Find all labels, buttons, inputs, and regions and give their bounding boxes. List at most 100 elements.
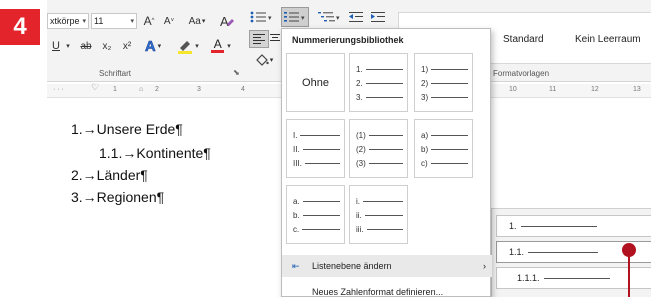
text-effects-icon: A [144, 37, 156, 55]
pointer-dot [622, 243, 636, 257]
tile-marker: a) [421, 130, 429, 140]
shading-button[interactable]: ▾ [251, 52, 277, 68]
change-case-button[interactable]: Aa ▾ [183, 13, 211, 29]
numbering-icon: ▾ [284, 12, 305, 22]
shrink-font-icon: A [163, 15, 171, 27]
multilevel-list-icon: ▾ [318, 12, 340, 22]
chevron-down-icon: ▾ [82, 18, 86, 25]
ruler-tick-1: 1 [113, 86, 117, 93]
text-effects-button[interactable]: A ▾ [139, 36, 167, 56]
numbering-tile[interactable]: 1) 2) 3) [414, 53, 473, 112]
bullets-button[interactable]: ▾ [247, 8, 275, 26]
tile-marker: (2) [356, 144, 366, 154]
ruler-tick-11: 11 [549, 86, 557, 93]
font-group-label: Schriftart [99, 69, 132, 78]
tile-marker: 2. [356, 78, 363, 88]
svg-text:▾: ▾ [268, 15, 272, 22]
svg-text:▾: ▾ [301, 15, 305, 22]
highlight-color-button[interactable]: ▾ [173, 36, 203, 56]
tile-marker: b) [421, 144, 429, 154]
clear-formatting-icon: A [220, 14, 234, 29]
change-list-level-item[interactable]: ⇤ Listenebene ändern › [282, 255, 492, 277]
tile-marker: c) [421, 158, 428, 168]
ruler-tick-2: 2 [155, 86, 159, 93]
grow-font-button[interactable]: A ^ [141, 13, 157, 29]
numbering-tile[interactable]: a) b) c) [414, 119, 473, 178]
ruler-tick-13: 13 [633, 86, 641, 93]
font-name-value: xtkörpe [50, 16, 80, 26]
tile-marker: II. [293, 144, 300, 154]
chevron-down-icon: ▾ [130, 18, 134, 25]
tile-marker: III. [293, 158, 302, 168]
chevron-right-icon: › [483, 261, 486, 271]
indent-marker-icon[interactable]: ♡ [91, 82, 99, 93]
align-center-button[interactable] [269, 30, 281, 48]
tile-marker: 3. [356, 92, 363, 102]
font-color-icon: A [213, 37, 222, 51]
svg-text:A: A [220, 14, 229, 29]
superscript-button[interactable]: x² [119, 38, 135, 54]
tile-marker: 3) [421, 92, 429, 102]
align-left-button[interactable] [249, 30, 269, 48]
doc-line-3[interactable]: 2.→Länder¶ [71, 167, 148, 183]
doc-line-2[interactable]: 1.1.→Kontinente¶ [99, 145, 211, 161]
chevron-down-icon[interactable]: ▾ [63, 38, 73, 54]
style-kein-leerraum[interactable]: Kein Leerraum [575, 34, 641, 45]
svg-text:▾: ▾ [336, 15, 340, 22]
numbering-tile[interactable]: 1. 2. 3. [349, 53, 408, 112]
font-size-value: 11 [94, 16, 104, 26]
doc-line-1[interactable]: 1.→Unsere Erde¶ [71, 121, 183, 137]
decrease-indent-icon [349, 12, 363, 22]
tile-marker: i. [356, 196, 360, 206]
ruler-tick-12: 12 [591, 86, 599, 93]
font-size-box[interactable]: 11 ▾ [91, 13, 137, 29]
underline-button[interactable]: U [49, 38, 63, 54]
multilevel-list-button[interactable]: ▾ [315, 8, 343, 26]
numbering-dropdown: Nummerierungsbibliothek Ohne 1. 2. 3. 1)… [281, 28, 492, 297]
numbering-tile[interactable]: (1) (2) (3) [349, 119, 408, 178]
grow-font-icon: A [143, 14, 152, 28]
doc-line-4[interactable]: 3.→Regionen¶ [71, 189, 164, 205]
highlighter-icon [178, 41, 193, 54]
numbering-tile[interactable]: i. ii. iii. [349, 185, 408, 244]
ruler-tick-3: 3 [197, 86, 201, 93]
change-case-label: Aa [188, 15, 201, 27]
tile-marker: 1) [421, 64, 429, 74]
tile-marker: c. [293, 224, 300, 234]
ruler-tick-10: 10 [509, 86, 517, 93]
numbering-none-tile[interactable]: Ohne [286, 53, 345, 112]
ruler-ticks: · · · [53, 86, 64, 93]
dropdown-title: Nummerierungsbibliothek [292, 35, 404, 45]
shrink-font-button[interactable]: A ˅ [161, 13, 177, 29]
subscript-button[interactable]: x₂ [99, 38, 115, 54]
level-marker: 1.1.1. [517, 273, 540, 283]
dialog-launcher-icon[interactable]: ⬊ [233, 68, 240, 77]
define-number-format-label: Neues Zahlenformat definieren... [312, 287, 444, 297]
increase-indent-icon [371, 12, 385, 22]
change-list-level-label: Listenebene ändern [312, 261, 392, 271]
list-level-1[interactable]: 1. [496, 215, 651, 237]
align-center-icon [270, 34, 280, 41]
font-color-button[interactable]: A ▾ [207, 36, 235, 56]
tile-marker: (3) [356, 158, 366, 168]
increase-indent-button[interactable] [369, 8, 387, 26]
none-label: Ohne [302, 76, 329, 89]
strikethrough-button[interactable]: ab [77, 38, 95, 54]
numbering-tile[interactable]: a. b. c. [286, 185, 345, 244]
numbering-button[interactable]: ▾ [281, 7, 309, 27]
clear-formatting-button[interactable]: A [217, 12, 235, 30]
styles-group-label: Formatvorlagen [493, 69, 550, 78]
ruler-tick-4: 4 [241, 86, 245, 93]
ruler-tick-marker-icon[interactable]: ⌂ [139, 86, 143, 93]
tile-marker: b. [293, 210, 300, 220]
tile-marker: 2) [421, 78, 429, 88]
decrease-indent-button[interactable] [347, 8, 365, 26]
numbering-tile[interactable]: I. II. III. [286, 119, 345, 178]
style-standard[interactable]: Standard [503, 34, 544, 45]
paint-bucket-icon [255, 54, 269, 66]
level-marker: 1.1. [509, 247, 525, 257]
define-number-format-item[interactable]: Neues Zahlenformat definieren... [282, 281, 492, 297]
font-name-box[interactable]: xtkörpe ▾ [47, 13, 89, 29]
step-badge: 4 [0, 9, 40, 45]
tile-marker: a. [293, 196, 300, 206]
